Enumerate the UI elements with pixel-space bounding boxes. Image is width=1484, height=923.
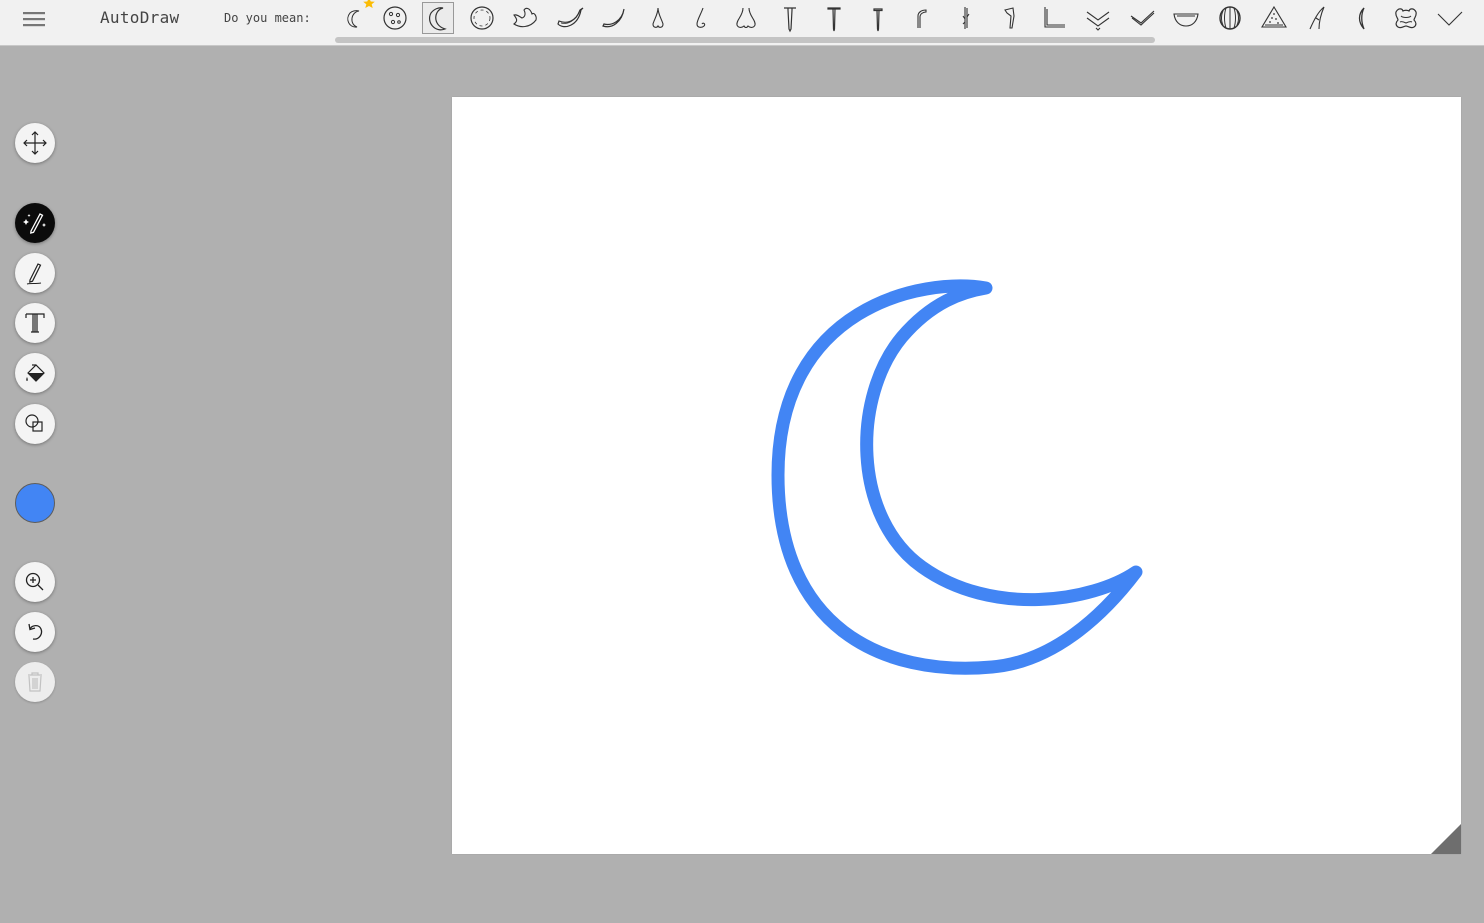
suggestion-faucet[interactable] [906,2,938,34]
angle-corner-icon [1044,7,1065,28]
parenthesis-icon [1358,7,1365,30]
color-picker-button[interactable] [15,483,55,523]
draw-tool-button[interactable] [15,253,55,293]
banana-peel-icon [602,8,625,28]
autodraw-icon [23,213,46,234]
suggestion-angle[interactable] [1038,2,1070,34]
suggestion-leg[interactable] [994,2,1026,34]
zoom-tool-button[interactable] [15,562,55,602]
suggestion-check-mark[interactable] [1126,2,1158,34]
crescent-moon-drawing [771,279,1143,675]
shape-icon [25,414,43,432]
suggestion-nose[interactable] [642,2,674,34]
canvas-resize-handle[interactable] [1431,824,1461,854]
nose-icon [652,7,664,28]
bird-icon [513,7,537,28]
suggestion-cookie[interactable] [379,2,411,34]
top-bar: AutoDraw Do you mean: [0,0,1484,46]
nose-front-icon [736,7,756,29]
suggestion-double-check[interactable] [1082,2,1114,34]
faucet-icon [917,9,927,28]
watermelon-icon [1219,6,1241,30]
undo-icon [28,623,43,640]
delete-button[interactable] [15,662,55,702]
suggestion-nail[interactable] [774,2,806,34]
suggestion-bowl[interactable] [1170,2,1202,34]
suggestion-blade[interactable] [1302,2,1334,34]
fill-tool-button[interactable] [15,353,55,393]
suggestion-reed[interactable] [950,2,982,34]
suggestion-watermelon-slice[interactable] [1258,2,1290,34]
pencil-icon [26,263,42,285]
suggestion-nose-front[interactable] [730,2,762,34]
nose-profile-icon [696,7,706,28]
suggestion-nail-thin[interactable] [862,2,894,34]
frog-icon [1395,8,1417,29]
suggestion-strip[interactable] [334,0,1484,38]
suggestion-nose-profile[interactable] [686,2,718,34]
bowl-icon [1173,13,1199,27]
check-mark-icon [1130,10,1155,26]
autodraw-tool-button[interactable] [15,203,55,243]
move-icon [23,131,47,155]
suggestion-banana[interactable] [554,2,586,34]
move-tool-button[interactable] [15,123,55,163]
nail-thin-icon [873,8,883,32]
crescent-moon-icon [429,7,447,31]
suggestion-pizza[interactable] [466,2,498,34]
trash-icon [28,672,42,692]
suggestion-label: Do you mean: [224,11,311,25]
double-check-icon [1086,11,1110,31]
text-icon [25,313,45,333]
nail-icon [784,7,796,33]
resize-corner-icon [1431,824,1461,854]
blade-icon [1309,6,1325,30]
suggestion-parenthesis[interactable] [1346,2,1378,34]
drawing-canvas[interactable] [452,97,1461,854]
star-icon [363,0,375,8]
reed-icon [962,7,970,29]
app-title: AutoDraw [100,8,180,27]
text-tool-button[interactable] [15,303,55,343]
watermelon-slice-icon [1261,5,1287,28]
banana-icon [557,7,584,28]
suggestion-frog[interactable] [1390,2,1422,34]
suggestion-bird[interactable] [510,2,542,34]
menu-button[interactable] [22,8,46,30]
zoom-in-icon [25,572,44,591]
suggestion-scrollbar[interactable] [335,37,1155,43]
fill-bucket-icon [26,364,45,382]
suggestion-check-thin[interactable] [1434,2,1466,34]
check-thin-icon [1437,11,1463,26]
undo-button[interactable] [15,612,55,652]
nail-tall-icon [827,7,841,32]
hamburger-menu-icon [23,12,45,27]
suggestion-crescent-moon[interactable] [422,2,454,34]
cookie-icon [383,6,407,30]
suggestion-nail-tall[interactable] [818,2,850,34]
leg-icon [1004,7,1015,29]
pizza-circle-icon [470,6,494,30]
suggestion-crescent-moon-small[interactable] [338,0,375,34]
shape-tool-button[interactable] [15,404,55,444]
suggestion-watermelon[interactable] [1214,2,1246,34]
suggestion-banana-peel[interactable] [598,2,630,34]
